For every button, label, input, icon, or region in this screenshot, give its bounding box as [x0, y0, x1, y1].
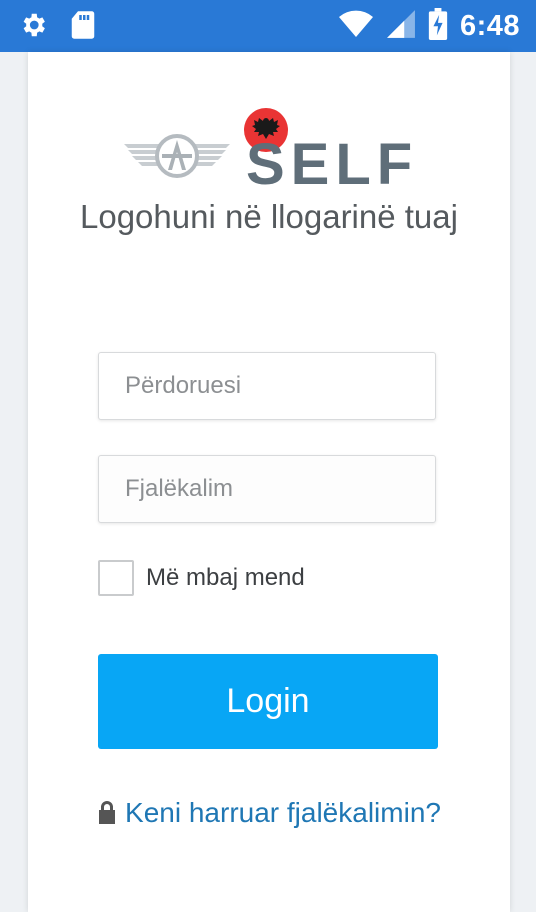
wifi-icon	[338, 9, 374, 44]
signal-icon	[386, 9, 416, 44]
remember-me[interactable]: Më mbaj mend	[98, 560, 305, 596]
username-field[interactable]	[98, 352, 436, 420]
wings-emblem-icon	[124, 134, 230, 178]
remember-me-label: Më mbaj mend	[146, 564, 305, 591]
forgot-password-text: Keni harruar fjalëkalimin?	[125, 797, 441, 828]
lock-icon	[97, 792, 117, 838]
app-logo: SELF	[122, 78, 422, 194]
sd-card-icon	[70, 10, 96, 45]
forgot-password-link[interactable]: Keni harruar fjalëkalimin?	[68, 790, 470, 838]
remember-me-checkbox[interactable]	[98, 560, 134, 596]
gear-icon	[18, 10, 48, 45]
battery-charging-icon	[428, 8, 448, 45]
login-card: SELF Logohuni në llogarinë tuaj Më mbaj …	[28, 52, 510, 912]
status-time: 6:48	[459, 10, 520, 42]
password-field[interactable]	[98, 455, 436, 523]
login-button[interactable]: Login	[98, 654, 438, 749]
page-title: Logohuni në llogarinë tuaj	[80, 198, 458, 235]
logo-wordmark: SELF	[246, 132, 419, 197]
status-bar: 6:48	[0, 0, 536, 52]
